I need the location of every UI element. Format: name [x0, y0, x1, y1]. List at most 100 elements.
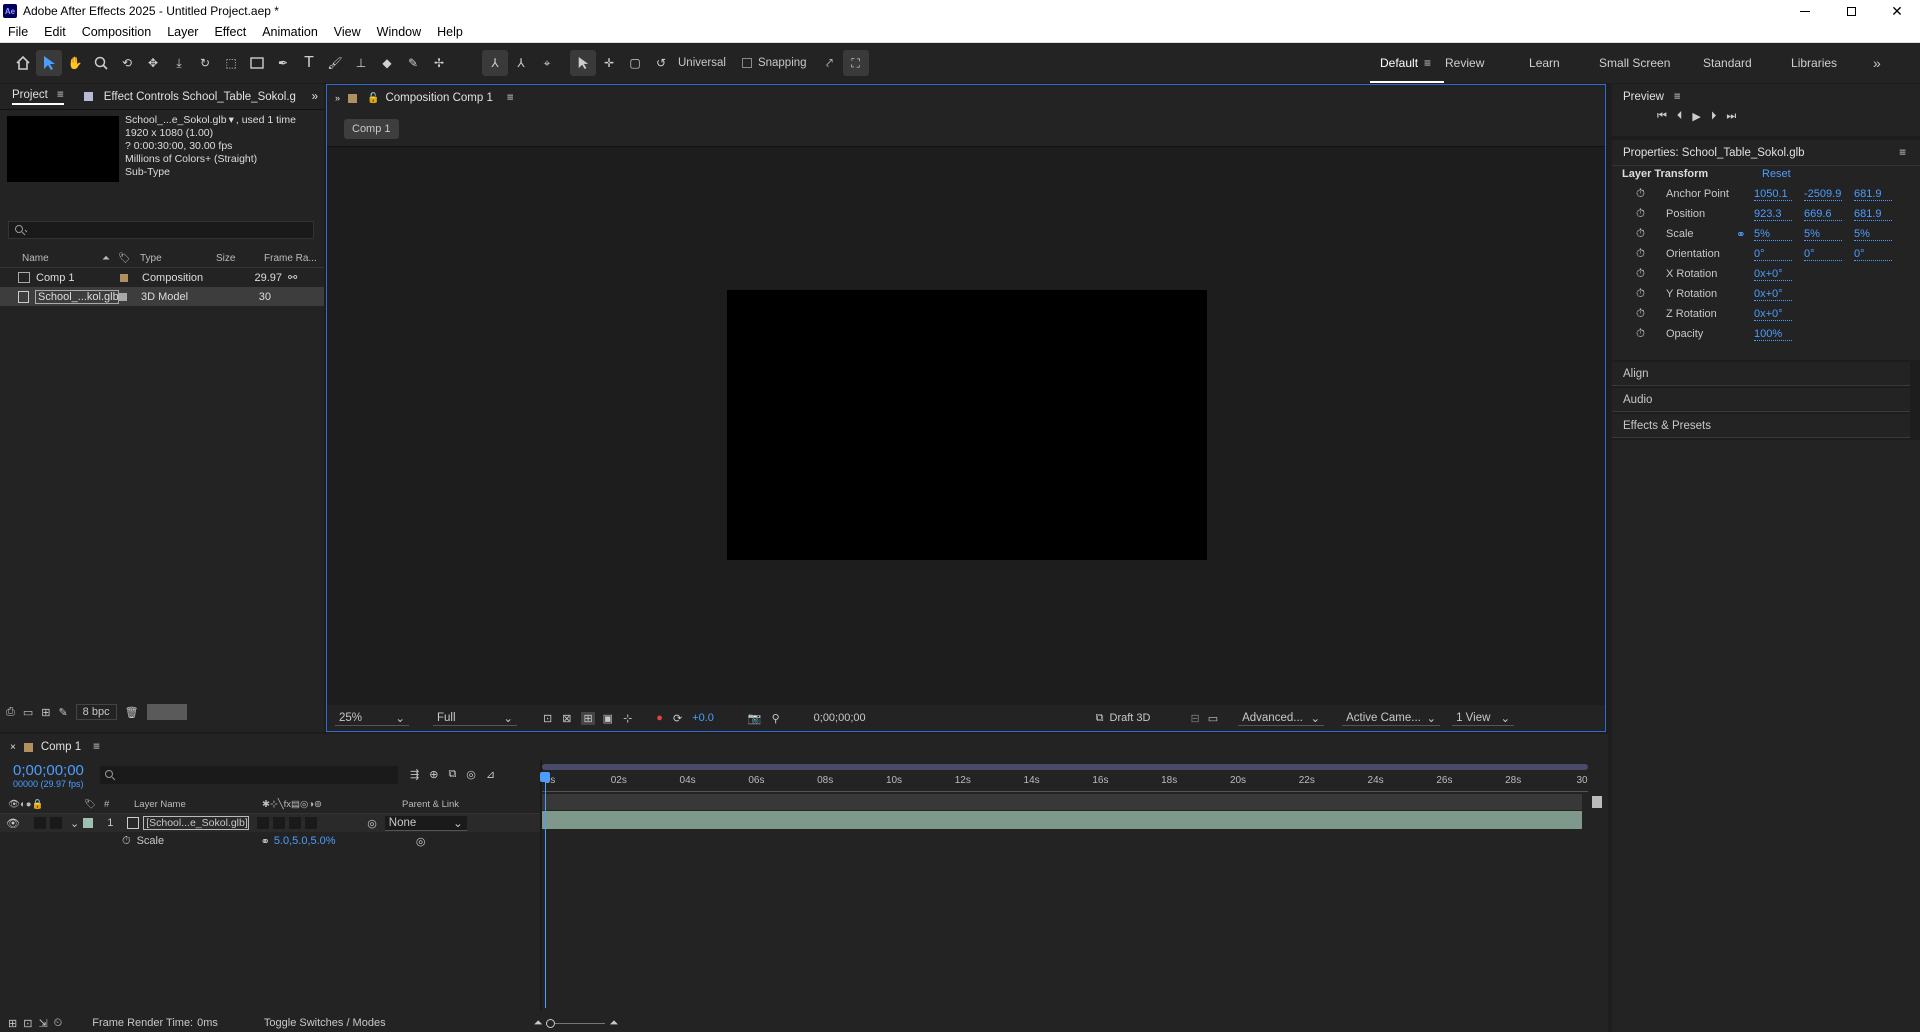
timecode-display[interactable]: 0;00;00;00	[13, 762, 84, 779]
grid-guides-icon[interactable]: ⊹	[623, 712, 632, 725]
menu-effect[interactable]: Effect	[206, 25, 254, 39]
toggle-render-time-icon[interactable]: ⏲	[54, 1017, 63, 1030]
stopwatch-icon[interactable]: ⏱	[1636, 268, 1666, 281]
link-icon[interactable]: ⚭	[1736, 227, 1754, 241]
pen-tool-icon[interactable]: ✒	[270, 50, 296, 76]
menu-layer[interactable]: Layer	[159, 25, 206, 39]
motion-blur-icon[interactable]: ◎	[466, 768, 476, 781]
property-value[interactable]: 0x+0°	[1754, 268, 1804, 281]
expand-icon[interactable]: ⛶	[842, 50, 869, 76]
puppet-pin-icon[interactable]: ✢	[426, 50, 452, 76]
3d-view-icon[interactable]: ⊟	[1190, 712, 1199, 725]
toggle-in-out-icon[interactable]: ⇲	[38, 1017, 47, 1030]
property-value[interactable]: 0°	[1804, 248, 1854, 261]
graph-editor-icon[interactable]: ⊿	[486, 768, 495, 781]
bit-depth-button[interactable]: 8 bpc	[75, 704, 117, 720]
interpret-footage-icon[interactable]: ⎙	[6, 706, 15, 719]
comp-breadcrumb-chip[interactable]: Comp 1	[344, 118, 399, 139]
rectangle-tool-icon[interactable]	[244, 50, 270, 76]
prev-frame-icon[interactable]: ⏴	[1677, 110, 1683, 123]
stopwatch-icon[interactable]: ⏱	[1636, 228, 1666, 241]
next-frame-icon[interactable]: ⏵	[1711, 110, 1717, 123]
first-frame-icon[interactable]: ⏮	[1657, 110, 1667, 123]
menu-animation[interactable]: Animation	[254, 25, 326, 39]
local-axis-icon[interactable]: ⅄	[482, 50, 508, 76]
label-col-icon[interactable]: 🏷	[118, 253, 140, 264]
current-time-field[interactable]: 0;00;00;00	[810, 712, 870, 724]
workspace-small-screen[interactable]: Small Screen	[1599, 56, 1703, 70]
more-workspaces-icon[interactable]: »	[1873, 55, 1881, 71]
project-item-model[interactable]: School_...kol.glb 3D Model 30	[0, 287, 324, 306]
zoom-slider[interactable]	[546, 1018, 606, 1028]
pan-camera-icon[interactable]: ✥	[140, 50, 166, 76]
panel-overflow-icon[interactable]: »	[312, 91, 318, 103]
time-ruler[interactable]: 0s 02s 04s 06s 08s 10s 12s 14s 16s 18s 20s 22s 24s 26…	[542, 772, 1588, 792]
home-icon[interactable]	[10, 50, 36, 76]
property-row-opacity[interactable]: ⏱ Opacity 100%	[1612, 324, 1920, 344]
col-parent-link[interactable]: Parent & Link	[402, 799, 459, 810]
property-value[interactable]: 923.3	[1754, 208, 1804, 221]
properties-menu-icon[interactable]: ≡	[1899, 147, 1906, 159]
preview-menu-icon[interactable]: ≡	[1674, 91, 1681, 103]
panel-audio[interactable]: Audio	[1612, 388, 1910, 412]
tab-timeline-comp[interactable]: Comp 1	[41, 741, 81, 753]
solo-box[interactable]	[33, 817, 46, 829]
comp-viewer-canvas[interactable]	[727, 290, 1207, 560]
property-value[interactable]: 0x+0°	[1754, 288, 1804, 301]
stopwatch-icon[interactable]: ⏱	[1636, 288, 1666, 301]
property-value[interactable]: 681.9	[1854, 208, 1904, 221]
pan-behind-icon[interactable]: ⬚	[218, 50, 244, 76]
panel-effects-presets[interactable]: Effects & Presets	[1612, 414, 1910, 438]
zoom-out-icon[interactable]: ⏶	[534, 1017, 543, 1030]
new-composition-icon[interactable]: ⊞	[41, 706, 50, 719]
stopwatch-icon[interactable]: ⏱	[1636, 188, 1666, 201]
property-row-scale[interactable]: ⏱ Scale ⚭ 5% 5% 5%	[1612, 224, 1920, 244]
snap-icon[interactable]: ⤤	[817, 50, 843, 76]
menu-edit[interactable]: Edit	[36, 25, 74, 39]
sort-icon[interactable]: ⏶	[102, 253, 118, 264]
property-value[interactable]: 669.6	[1804, 208, 1854, 221]
type-tool-icon[interactable]: T	[296, 50, 322, 76]
snapshot-icon[interactable]: 📷	[748, 712, 762, 725]
scale-gizmo-icon[interactable]: ▢	[622, 50, 648, 76]
clone-stamp-icon[interactable]: ⊥	[348, 50, 374, 76]
frame-blending-icon[interactable]: ⧉	[448, 768, 456, 781]
timeline-menu-icon[interactable]: ≡	[93, 741, 100, 753]
property-value[interactable]: 100%	[1754, 328, 1804, 341]
menu-view[interactable]: View	[326, 25, 369, 39]
comp-menu-icon[interactable]: ≡	[507, 92, 514, 104]
col-name[interactable]: Name	[22, 253, 102, 264]
property-value[interactable]: 681.9	[1854, 188, 1904, 201]
brush-tool-icon[interactable]: 🖌	[322, 50, 348, 76]
delete-icon[interactable]: 🗑	[125, 706, 139, 719]
stopwatch-icon[interactable]: ⏱	[122, 835, 131, 848]
layer-label-color[interactable]	[83, 818, 94, 828]
rotate-tool-icon[interactable]: ↻	[192, 50, 218, 76]
layer-name[interactable]: [School...e_Sokol.glb]	[143, 816, 250, 830]
move-gizmo-icon[interactable]: ✛	[596, 50, 622, 76]
world-axis-icon[interactable]: ⅄	[508, 50, 534, 76]
property-value[interactable]: 0°	[1754, 248, 1804, 261]
property-row-anchor-point[interactable]: ⏱ Anchor Point 1050.1 -2509.9 681.9	[1612, 184, 1920, 204]
mask-visibility-icon[interactable]: ⊞	[581, 711, 595, 725]
zoom-dropdown[interactable]: 25% ⌄	[335, 711, 409, 726]
playhead-handle[interactable]	[540, 772, 550, 782]
lock-box[interactable]	[49, 817, 62, 829]
project-search-input[interactable]	[8, 221, 314, 239]
show-snapshot-icon[interactable]: ⚲	[772, 712, 780, 725]
camera-dropdown[interactable]: Active Came... ⌄	[1342, 711, 1441, 726]
view-layout-dropdown[interactable]: 1 View ⌄	[1452, 711, 1515, 726]
minimize-button[interactable]	[1782, 0, 1828, 22]
workspace-libraries[interactable]: Libraries	[1791, 56, 1873, 70]
stopwatch-icon[interactable]: ⏱	[1636, 328, 1666, 341]
3d-select-icon[interactable]	[570, 50, 596, 76]
col-size[interactable]: Size	[216, 253, 264, 264]
workspace-learn[interactable]: Learn	[1529, 56, 1589, 70]
property-value[interactable]: 0°	[1854, 248, 1904, 261]
tab-preview[interactable]: Preview	[1623, 91, 1664, 103]
col-type[interactable]: Type	[140, 253, 216, 264]
comp-lock-icon[interactable]	[348, 93, 358, 103]
property-value[interactable]: 5%	[1854, 228, 1904, 241]
close-timeline-icon[interactable]: ×	[10, 742, 16, 753]
stopwatch-icon[interactable]: ⏱	[1636, 248, 1666, 261]
